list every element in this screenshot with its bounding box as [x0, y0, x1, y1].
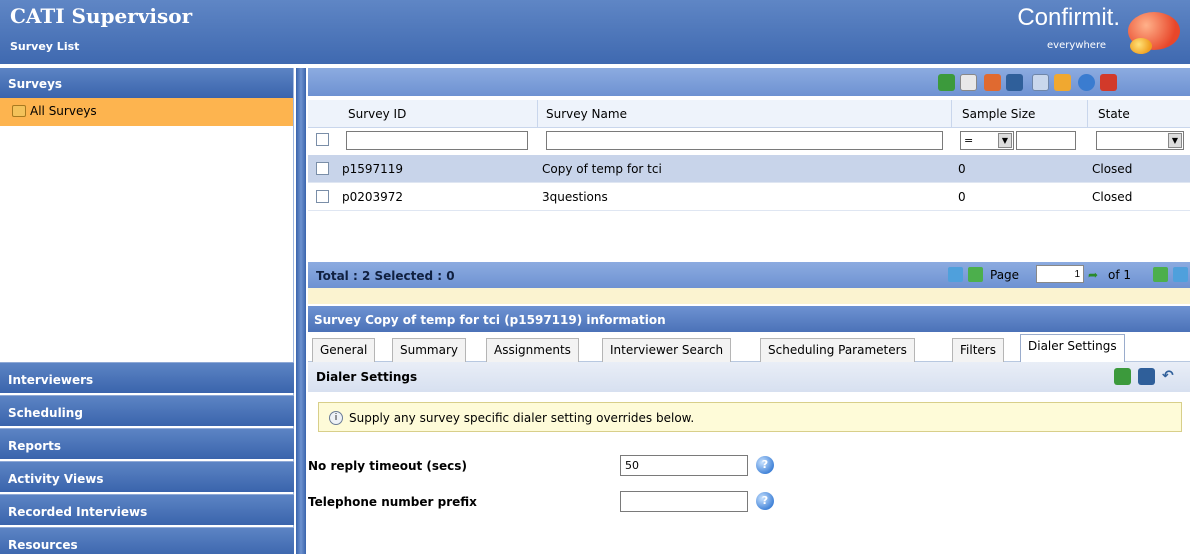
- tree-item-label: All Surveys: [30, 104, 97, 118]
- filter-survey-id-input[interactable]: [346, 131, 528, 150]
- cell-survey-name: Copy of temp for tci: [542, 162, 662, 176]
- cell-state: Closed: [1092, 190, 1133, 204]
- grid-footer: Total : 2 Selected : 0 Page ➦ of 1: [308, 262, 1190, 288]
- page-label: Page: [990, 268, 1020, 282]
- tab-scheduling-parameters[interactable]: Scheduling Parameters: [760, 338, 915, 362]
- attach-icon[interactable]: [1032, 74, 1049, 91]
- refresh-icon[interactable]: [1114, 368, 1131, 385]
- table-row[interactable]: p1597119 Copy of temp for tci 0 Closed: [308, 155, 1190, 183]
- open-survey-icon[interactable]: [984, 74, 1001, 91]
- page-count: of 1: [1108, 268, 1132, 282]
- tab-dialer-settings[interactable]: Dialer Settings: [1020, 334, 1125, 363]
- cell-survey-name: 3questions: [542, 190, 608, 204]
- col-survey-name[interactable]: Survey Name: [546, 107, 627, 121]
- filter-row: = ▼ ▼: [308, 128, 1190, 154]
- help-icon[interactable]: ?: [756, 492, 774, 510]
- page-subtitle: Survey List: [10, 40, 80, 53]
- page-number-input[interactable]: [1036, 265, 1084, 283]
- col-divider: [951, 100, 952, 128]
- panel-splitter[interactable]: [296, 68, 306, 554]
- prev-page-icon[interactable]: [968, 267, 983, 282]
- sidebar-nav-resources[interactable]: Resources: [0, 527, 294, 554]
- tab-summary[interactable]: Summary: [392, 338, 466, 362]
- info-tabs: General Summary Assignments Interviewer …: [308, 332, 1190, 363]
- cell-survey-id: p0203972: [342, 190, 404, 204]
- dialer-settings-heading: Dialer Settings: [316, 370, 418, 384]
- go-page-icon[interactable]: ➦: [1088, 268, 1098, 282]
- info-icon: i: [329, 411, 343, 425]
- clear-icon[interactable]: [960, 74, 977, 91]
- telephone-prefix-input[interactable]: [620, 491, 748, 512]
- undo-icon[interactable]: ↶: [1162, 368, 1179, 385]
- row-checkbox[interactable]: [316, 190, 329, 203]
- dialer-settings-bar: Dialer Settings ↶: [308, 362, 1190, 392]
- filter-survey-name-input[interactable]: [546, 131, 943, 150]
- col-divider: [537, 100, 538, 128]
- properties-icon[interactable]: [1006, 74, 1023, 91]
- confirmit-logo: Confirmit.: [1017, 4, 1120, 31]
- first-page-icon[interactable]: [948, 267, 963, 282]
- dialer-notice: i Supply any survey specific dialer sett…: [318, 402, 1182, 432]
- app-title: CATI Supervisor: [10, 4, 193, 28]
- select-all-checkbox[interactable]: [316, 133, 329, 146]
- col-sample-size[interactable]: Sample Size: [962, 107, 1035, 121]
- no-reply-timeout-label: No reply timeout (secs): [308, 459, 467, 473]
- sidebar-nav-interviewers[interactable]: Interviewers: [0, 362, 294, 393]
- col-survey-id[interactable]: Survey ID: [348, 107, 406, 121]
- chevron-down-icon[interactable]: ▼: [1168, 133, 1182, 148]
- sidebar-nav-scheduling[interactable]: Scheduling: [0, 395, 294, 426]
- survey-info-title: Survey Copy of temp for tci (p1597119) i…: [308, 306, 1190, 332]
- filter-sample-operator-select[interactable]: = ▼: [960, 131, 1014, 150]
- sidebar-nav-recorded-interviews[interactable]: Recorded Interviews: [0, 494, 294, 525]
- no-reply-timeout-input[interactable]: [620, 455, 748, 476]
- last-page-icon[interactable]: [1173, 267, 1188, 282]
- help-icon[interactable]: ?: [756, 456, 774, 474]
- tab-interviewer-search[interactable]: Interviewer Search: [602, 338, 732, 362]
- filter-sample-size-input[interactable]: [1016, 131, 1076, 150]
- telephone-prefix-label: Telephone number prefix: [308, 495, 477, 509]
- help-icon[interactable]: [1078, 74, 1095, 91]
- app-header: CATI Supervisor Survey List Confirmit. e…: [0, 0, 1190, 64]
- sidebar-section-surveys[interactable]: Surveys: [0, 68, 293, 98]
- sidebar-nav-reports[interactable]: Reports: [0, 428, 294, 459]
- filter-state-select[interactable]: ▼: [1096, 131, 1184, 150]
- tab-filters[interactable]: Filters: [952, 338, 1004, 362]
- grid-toolbar: [308, 68, 1190, 96]
- grid-header: Survey ID Survey Name Sample Size State: [308, 100, 1190, 128]
- row-checkbox[interactable]: [316, 162, 329, 175]
- chevron-down-icon[interactable]: ▼: [998, 133, 1012, 148]
- sidebar-nav-activity-views[interactable]: Activity Views: [0, 461, 294, 492]
- cell-survey-id: p1597119: [342, 162, 404, 176]
- refresh-icon[interactable]: [938, 74, 955, 91]
- logo-bubble-small-icon: [1130, 38, 1152, 54]
- cell-sample-size: 0: [958, 190, 966, 204]
- cell-state: Closed: [1092, 162, 1133, 176]
- cell-sample-size: 0: [958, 162, 966, 176]
- close-icon[interactable]: [1100, 74, 1117, 91]
- table-row[interactable]: p0203972 3questions 0 Closed: [308, 183, 1190, 211]
- tab-assignments[interactable]: Assignments: [486, 338, 579, 362]
- panel-divider[interactable]: [308, 288, 1190, 304]
- operator-value: =: [964, 134, 974, 147]
- folder-icon: [12, 105, 26, 117]
- col-divider: [1087, 100, 1088, 128]
- logo-tagline: everywhere: [1047, 40, 1106, 51]
- tab-general[interactable]: General: [312, 338, 376, 362]
- next-page-icon[interactable]: [1153, 267, 1168, 282]
- selection-summary: Total : 2 Selected : 0: [316, 269, 455, 283]
- export-icon[interactable]: [1054, 74, 1071, 91]
- save-icon[interactable]: [1138, 368, 1155, 385]
- notice-text: Supply any survey specific dialer settin…: [349, 411, 695, 425]
- sidebar: Surveys All Surveys Interviewers Schedul…: [0, 68, 294, 554]
- tree-item-all-surveys[interactable]: All Surveys: [0, 98, 293, 126]
- col-state[interactable]: State: [1098, 107, 1130, 121]
